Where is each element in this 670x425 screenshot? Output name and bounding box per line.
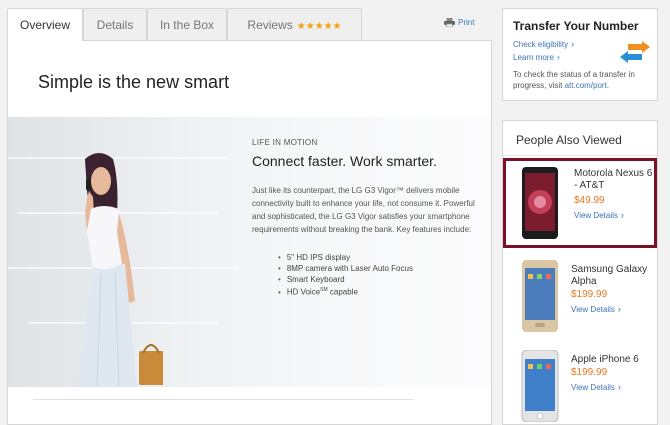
transfer-arrows-icon: [620, 41, 650, 63]
iphone-6-image: [521, 350, 559, 422]
hero-copy: LIFE IN MOTION Connect faster. Work smar…: [252, 138, 477, 298]
section-divider: [33, 399, 413, 400]
print-link[interactable]: Print: [444, 18, 474, 27]
hero-eyebrow: LIFE IN MOTION: [252, 138, 318, 147]
nexus-6-image: [522, 167, 558, 239]
feature-item: 8MP camera with Laser Auto Focus: [278, 263, 477, 274]
galaxy-alpha-image: [522, 260, 558, 332]
chevron-right-icon: ›: [620, 210, 624, 220]
chevron-right-icon: ›: [556, 52, 560, 62]
transfer-number-card: Transfer Your Number Check eligibility › …: [502, 8, 658, 101]
feature-item: HD VoiceSM capable: [278, 285, 477, 298]
transfer-title: Transfer Your Number: [513, 19, 639, 33]
chevron-right-icon: ›: [617, 304, 621, 314]
page-headline: Simple is the new smart: [38, 72, 230, 92]
people-also-viewed: People Also Viewed Motorola Nexus 6 - AT…: [502, 120, 658, 425]
pav-title: People Also Viewed: [503, 121, 657, 156]
product-card-nexus-6[interactable]: Motorola Nexus 6 - AT&T $49.99 View Deta…: [503, 158, 657, 248]
view-details-link[interactable]: View Details ›: [571, 304, 621, 314]
product-price: $199.99: [571, 367, 608, 378]
tab-reviews[interactable]: Reviews ★★★★★: [227, 8, 362, 40]
product-price: $199.99: [571, 289, 608, 300]
tab-details[interactable]: Details: [83, 8, 147, 40]
tab-label: Details: [96, 18, 134, 32]
woman-on-phone-image: [77, 153, 163, 387]
att-port-link[interactable]: att.com/port: [565, 81, 607, 90]
feature-item: 5" HD IPS display: [278, 252, 477, 263]
transfer-note: To check the status of a transfer in pro…: [513, 70, 635, 90]
view-details-link[interactable]: View Details ›: [571, 382, 621, 392]
chevron-right-icon: ›: [617, 382, 621, 392]
tab-label: Overview: [19, 18, 70, 32]
product-page: Overview Details In the Box Reviews ★★★★★…: [0, 0, 670, 425]
product-name: Motorola Nexus 6 - AT&T: [574, 168, 653, 191]
hero-title: Connect faster. Work smarter.: [252, 153, 437, 169]
print-label: Print: [458, 18, 475, 27]
tab-label: Reviews: [247, 18, 293, 32]
product-name: Samsung Galaxy Alpha: [571, 264, 648, 287]
feature-item: Smart Keyboard: [278, 274, 477, 285]
product-price: $49.99: [574, 195, 605, 206]
hero-banner: LIFE IN MOTION Connect faster. Work smar…: [8, 117, 491, 387]
service-mark: SM: [320, 287, 328, 293]
tab-in-the-box[interactable]: In the Box: [147, 8, 227, 40]
hero-body: Just like its counterpart, the LG G3 Vig…: [252, 186, 475, 234]
chevron-right-icon: ›: [571, 39, 575, 49]
view-details-link[interactable]: View Details ›: [574, 210, 624, 220]
product-name: Apple iPhone 6: [571, 354, 639, 365]
tab-overview[interactable]: Overview: [7, 8, 83, 41]
product-card-iphone-6[interactable]: Apple iPhone 6 $199.99 View Details ›: [503, 344, 657, 425]
printer-icon: [444, 18, 455, 27]
rating-stars: ★★★★★: [296, 21, 342, 32]
tab-label: In the Box: [159, 18, 215, 32]
feature-list: 5" HD IPS display 8MP camera with Laser …: [278, 252, 477, 298]
product-card-galaxy-alpha[interactable]: Samsung Galaxy Alpha $199.99 View Detail…: [503, 254, 657, 340]
overview-panel: Simple is the new smart LIFE IN MOTION C…: [7, 40, 492, 425]
